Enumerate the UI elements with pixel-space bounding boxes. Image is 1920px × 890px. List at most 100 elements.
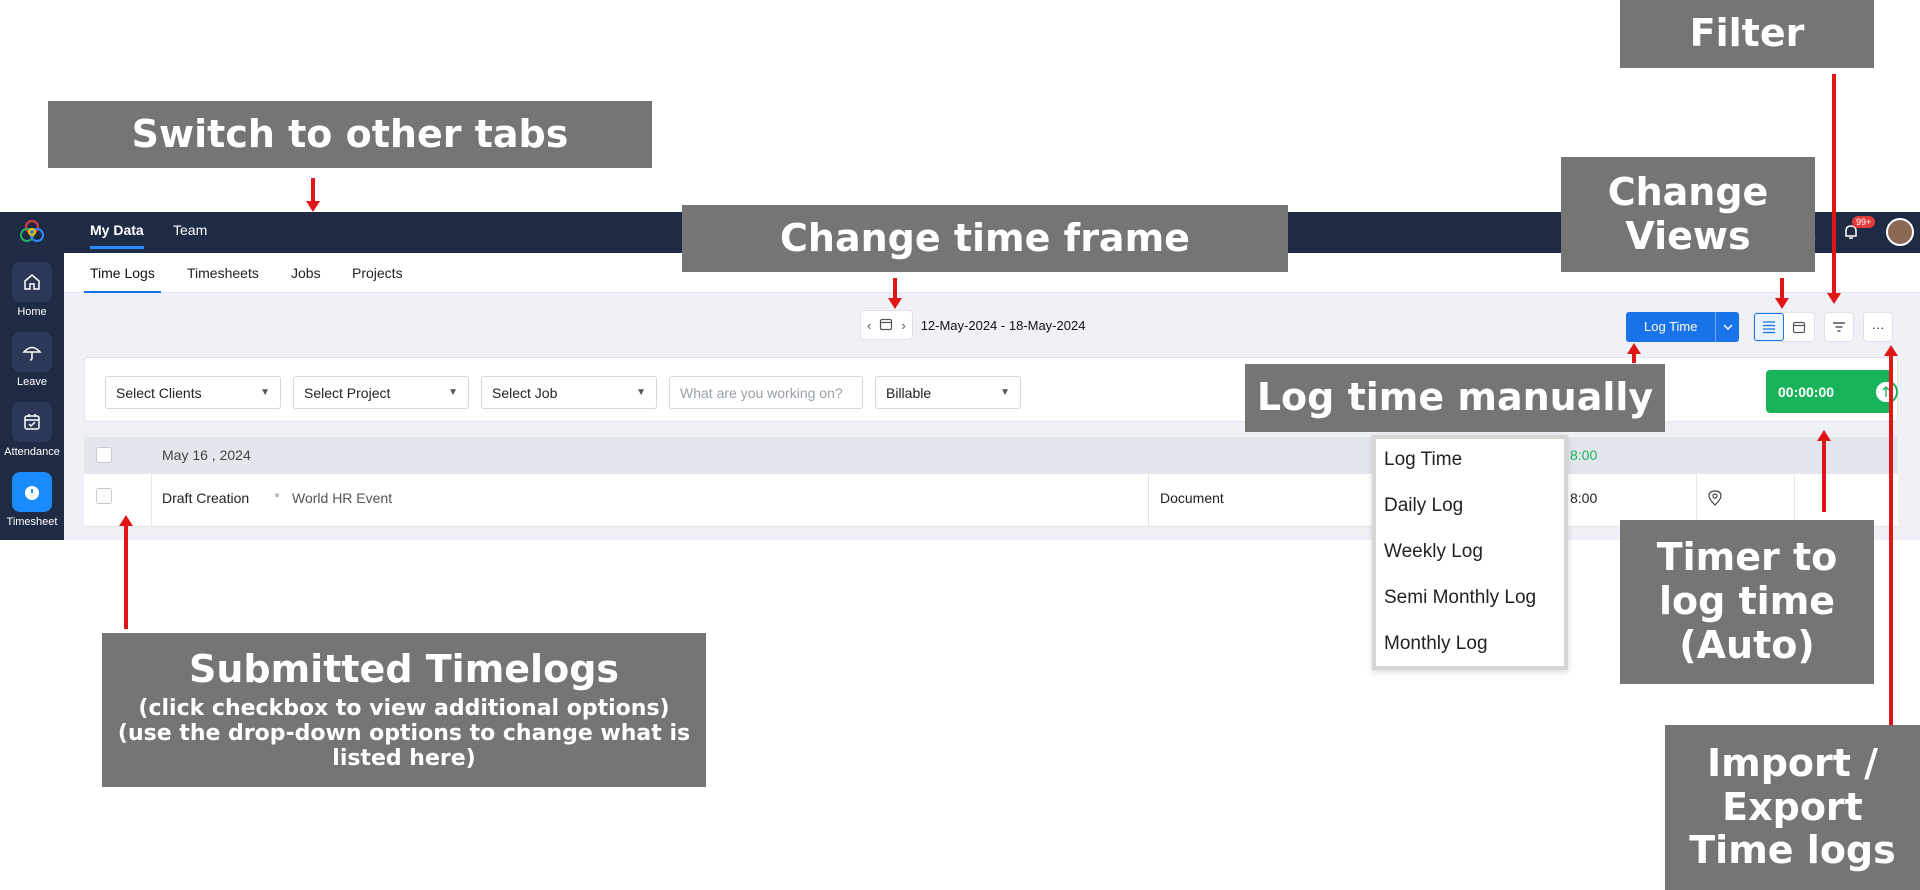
menu-item-daily-log[interactable]: Daily Log	[1384, 495, 1463, 517]
arrow-head	[1775, 298, 1789, 309]
divider	[1148, 474, 1149, 526]
annotation-text: Switch to other tabs	[131, 111, 569, 156]
home-icon	[12, 262, 52, 302]
divider	[1794, 437, 1795, 474]
annotation-text: Change time frame	[780, 215, 1190, 260]
filter-icon[interactable]	[1824, 312, 1854, 342]
annotation-text: Filter	[1689, 11, 1805, 56]
sidebar-item-label: Timesheet	[6, 516, 58, 528]
log-group-header: May 16 , 2024 8:00	[84, 437, 1898, 474]
arrow-switch-tabs	[311, 178, 315, 202]
arrow-change-views	[1780, 278, 1784, 299]
row-checkbox[interactable]	[96, 488, 112, 504]
annotation-text: Timer to	[1656, 535, 1838, 580]
divider	[151, 437, 152, 474]
menu-item-log-time[interactable]: Log Time	[1384, 449, 1462, 471]
arrow-filter	[1832, 74, 1836, 294]
arrow-import-export	[1889, 355, 1893, 725]
chevron-left-icon[interactable]: ‹	[867, 318, 871, 333]
divider	[151, 474, 152, 526]
separator-dot: ●	[274, 490, 281, 501]
annotation-text: Time logs	[1689, 828, 1896, 873]
timer-button[interactable]: 00:00:00	[1766, 370, 1898, 413]
annotation-text: listed here)	[332, 746, 476, 772]
chevron-down-icon: ▼	[448, 387, 458, 398]
annotation-import-export: Import / Export Time logs	[1665, 725, 1920, 890]
arrow-timer	[1822, 440, 1826, 512]
log-time-label[interactable]: Log Time	[1626, 312, 1715, 342]
location-icon[interactable]	[1708, 490, 1722, 511]
divider	[1696, 437, 1697, 474]
annotation-switch-tabs: Switch to other tabs	[48, 101, 652, 168]
annotation-text: (click checkbox to view additional optio…	[138, 695, 670, 721]
list-view-icon[interactable]	[1754, 313, 1784, 341]
annotation-submitted-timelogs: Submitted Timelogs (click checkbox to vi…	[102, 633, 706, 787]
sidebar: Home Leave Attendance Timesheet	[0, 212, 64, 540]
menu-item-semi-monthly-log[interactable]: Semi Monthly Log	[1384, 587, 1536, 609]
annotation-text: Log time manually	[1256, 375, 1654, 420]
project-select-value: Select Project	[304, 384, 391, 401]
date-range-nav: ‹ › 12-May-2024 - 18-May-2024	[860, 310, 1085, 340]
more-options-icon[interactable]: ···	[1863, 312, 1893, 342]
chevron-right-icon[interactable]: ›	[901, 318, 905, 333]
annotation-text: Views	[1625, 213, 1751, 258]
app-logo-icon	[18, 218, 46, 246]
sidebar-item-attendance[interactable]: Attendance	[0, 402, 64, 458]
arrow-log-manually	[1632, 353, 1636, 363]
group-date: May 16 , 2024	[162, 447, 251, 463]
divider	[1696, 474, 1697, 526]
annotation-text: log time	[1658, 579, 1836, 624]
sidebar-item-label: Home	[17, 306, 47, 318]
tab-timesheets[interactable]: Timesheets	[187, 265, 259, 281]
calendar-view-icon[interactable]	[1784, 313, 1814, 341]
group-checkbox[interactable]	[96, 447, 112, 463]
calendar-icon[interactable]	[879, 317, 893, 334]
clients-select-value: Select Clients	[116, 384, 202, 401]
log-time-menu: Log Time Daily Log Weekly Log Semi Month…	[1372, 435, 1568, 670]
annotation-text: (Auto)	[1679, 622, 1815, 667]
project-select[interactable]: Select Project ▼	[293, 376, 469, 409]
avatar[interactable]	[1886, 218, 1914, 246]
play-icon[interactable]	[1874, 380, 1898, 404]
menu-item-monthly-log[interactable]: Monthly Log	[1384, 633, 1488, 655]
tab-team[interactable]: Team	[173, 222, 207, 238]
log-type: Document	[1160, 490, 1224, 506]
sidebar-item-label: Leave	[17, 376, 47, 388]
menu-item-weekly-log[interactable]: Weekly Log	[1384, 541, 1483, 563]
tab-jobs[interactable]: Jobs	[291, 265, 321, 281]
annotation-change-time: Change time frame	[682, 205, 1288, 272]
sidebar-item-label: Attendance	[4, 446, 60, 458]
job-select[interactable]: Select Job ▼	[481, 376, 657, 409]
chevron-down-icon: ▼	[1000, 387, 1010, 398]
view-switcher	[1753, 312, 1815, 342]
annotation-log-manually: Log time manually	[1245, 364, 1665, 432]
date-range-label: 12-May-2024 - 18-May-2024	[920, 317, 1086, 333]
sidebar-item-timesheet[interactable]: Timesheet	[0, 472, 64, 528]
group-total-hours: 8:00	[1570, 447, 1598, 463]
divider	[1794, 474, 1795, 526]
log-project-name: World HR Event	[292, 490, 393, 506]
timer-icon	[12, 472, 52, 512]
chevron-down-icon[interactable]	[1715, 312, 1739, 342]
chevron-down-icon: ▼	[260, 387, 270, 398]
annotation-text: Export	[1722, 784, 1863, 829]
arrow-head	[888, 298, 902, 309]
annotation-text: Change	[1607, 169, 1769, 214]
date-nav-controls: ‹ ›	[860, 310, 913, 340]
billable-select[interactable]: Billable ▼	[875, 376, 1021, 409]
log-time-button[interactable]: Log Time	[1626, 312, 1740, 342]
annotation-text: (use the drop-down options to change wha…	[117, 721, 691, 747]
annotation-title: Submitted Timelogs	[188, 647, 620, 692]
billable-select-value: Billable	[886, 384, 932, 401]
tab-time-logs[interactable]: Time Logs	[84, 265, 161, 294]
sidebar-item-leave[interactable]: Leave	[0, 332, 64, 388]
timer-value: 00:00:00	[1778, 383, 1835, 400]
log-job-name[interactable]: Draft Creation	[162, 490, 249, 506]
tab-my-data[interactable]: My Data	[90, 222, 144, 249]
arrow-head	[1827, 293, 1841, 304]
arrow-head	[306, 201, 320, 212]
tab-projects[interactable]: Projects	[352, 265, 403, 281]
work-description-input[interactable]	[669, 376, 863, 409]
sidebar-item-home[interactable]: Home	[0, 262, 64, 318]
clients-select[interactable]: Select Clients ▼	[105, 376, 281, 409]
